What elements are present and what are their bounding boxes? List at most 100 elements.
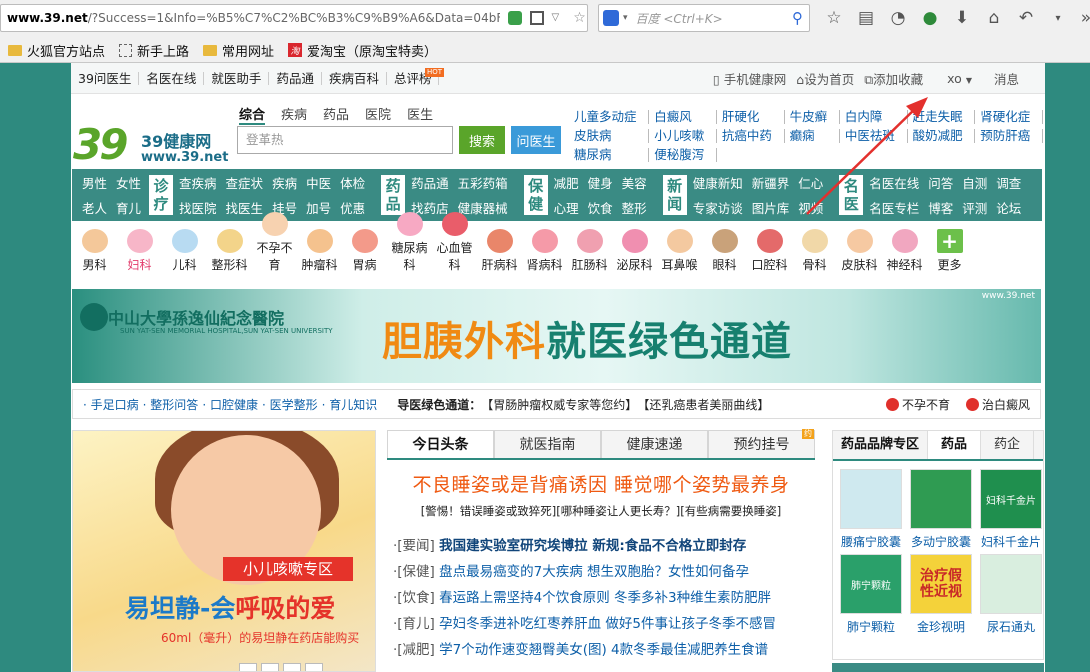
category-link[interactable]: 心理 bbox=[554, 198, 579, 217]
category-link[interactable]: 育儿 bbox=[116, 198, 141, 217]
category-link[interactable]: 疾病 bbox=[272, 173, 297, 192]
address-bar[interactable]: www.39.net /?Success=1&Info=%B5%C7%C2%BC… bbox=[0, 4, 588, 32]
department-item[interactable]: 骨科 bbox=[792, 229, 837, 273]
department-item[interactable]: 肾病科 bbox=[522, 229, 567, 273]
hot-disease-link[interactable]: 糖尿病 bbox=[569, 148, 650, 162]
user-menu[interactable]: xo ▼ bbox=[947, 71, 972, 86]
search-tab-all[interactable]: 综合 bbox=[239, 104, 266, 125]
quick-link[interactable]: · 医学整形 bbox=[262, 396, 318, 413]
category-link[interactable]: 药品通 bbox=[411, 173, 449, 192]
category-link[interactable]: 查疾病 bbox=[179, 173, 217, 192]
department-item[interactable]: 耳鼻喉 bbox=[657, 229, 702, 273]
search-tab-doctor[interactable]: 医生 bbox=[407, 104, 433, 125]
bookmark-aitaobao[interactable]: 淘爱淘宝（原淘宝特卖） bbox=[288, 41, 437, 60]
qq-consult-vitiligo[interactable]: 治白癜风 bbox=[965, 396, 1030, 413]
hot-disease-link[interactable]: 酸奶减肥 bbox=[908, 129, 976, 143]
department-item[interactable]: 糖尿病科 bbox=[387, 212, 432, 273]
category-head[interactable]: 保健 bbox=[523, 175, 548, 215]
department-item[interactable]: 儿科 bbox=[162, 229, 207, 273]
category-link[interactable]: 整形 bbox=[622, 198, 647, 217]
category-head[interactable]: 诊疗 bbox=[149, 175, 174, 215]
department-item[interactable]: 肛肠科 bbox=[567, 229, 612, 273]
hot-disease-link[interactable]: 抗癌中药 bbox=[717, 129, 785, 143]
tab-health-express[interactable]: 健康速递 bbox=[601, 430, 708, 458]
category-link[interactable]: 老人 bbox=[82, 198, 107, 217]
department-item[interactable]: 整形科 bbox=[207, 229, 252, 273]
category-link[interactable]: 优惠 bbox=[340, 198, 365, 217]
department-item[interactable]: 肿瘤科 bbox=[297, 229, 342, 273]
tab-pharma-companies[interactable]: 药企 bbox=[981, 431, 1035, 459]
tab-headlines[interactable]: 今日头条 bbox=[387, 430, 494, 458]
drug-item[interactable]: 肺宁颗粒 肺宁颗粒 bbox=[838, 554, 904, 635]
bookmark-getting-started[interactable]: 新手上路 bbox=[119, 41, 189, 60]
category-link[interactable]: 名医专栏 bbox=[869, 198, 919, 217]
category-link[interactable]: 中医 bbox=[306, 173, 331, 192]
quick-link[interactable]: · 整形问答 bbox=[143, 396, 199, 413]
category-link[interactable]: 新疆界 bbox=[752, 173, 790, 192]
category-link[interactable]: 仁心 bbox=[798, 173, 823, 192]
baidu-icon[interactable] bbox=[603, 10, 619, 26]
category-link[interactable]: 自测 bbox=[962, 173, 987, 192]
nav-ask-doctor[interactable]: 39问医生 bbox=[71, 71, 140, 85]
home-icon[interactable]: ⌂ bbox=[978, 4, 1010, 32]
nav-disease-encyclopedia[interactable]: 疾病百科 bbox=[322, 71, 387, 85]
add-favorite-link[interactable]: ⧉添加收藏 bbox=[864, 69, 923, 88]
bookmark-common-sites[interactable]: 常用网址 bbox=[203, 41, 274, 60]
more-icon[interactable]: » bbox=[1074, 4, 1090, 32]
star-page-icon[interactable]: ☆ bbox=[573, 11, 587, 25]
palette-icon[interactable]: ◔ bbox=[882, 4, 914, 32]
category-link[interactable]: 五彩药箱 bbox=[458, 173, 508, 192]
category-link[interactable]: 饮食 bbox=[588, 198, 613, 217]
site-search-input[interactable]: 登革热 bbox=[237, 126, 453, 154]
search-bar[interactable]: ▾ 百度 <Ctrl+K> ⚲ bbox=[598, 4, 810, 32]
hot-disease-link[interactable]: 中医祛斑 bbox=[840, 129, 908, 143]
green-shield-icon[interactable]: ● bbox=[914, 4, 946, 32]
category-link[interactable]: 减肥 bbox=[554, 173, 579, 192]
hot-disease-link[interactable]: 预防肝癌 bbox=[975, 129, 1043, 143]
hot-disease-link[interactable]: 赶走失眠 bbox=[908, 110, 976, 124]
category-head[interactable]: 新闻 bbox=[662, 175, 687, 215]
news-item[interactable]: ·[要闻] 我国建实验室研究埃博拉 新规:食品不合格立即封存 bbox=[387, 533, 815, 559]
quick-link[interactable]: · 手足口病 bbox=[83, 396, 139, 413]
category-link[interactable]: 美容 bbox=[622, 173, 647, 192]
mobile-site-link[interactable]: ▯ 手机健康网 bbox=[713, 69, 786, 88]
drug-item[interactable]: 治疗假性近视 金珍视明 bbox=[908, 554, 974, 635]
drug-item[interactable]: 多动宁胶囊 bbox=[908, 469, 974, 550]
magnifier-icon[interactable]: ⚲ bbox=[792, 9, 803, 27]
hot-disease-link[interactable]: 儿童多动症 bbox=[569, 110, 650, 124]
department-item[interactable]: 泌尿科 bbox=[612, 229, 657, 273]
category-head[interactable]: 药品 bbox=[381, 175, 406, 215]
ask-doctor-button[interactable]: 问医生 bbox=[511, 126, 561, 154]
nav-medical-assistant[interactable]: 就医助手 bbox=[204, 71, 270, 85]
dropdown-arrow-icon[interactable]: ▾ bbox=[623, 13, 628, 23]
green-channel-link[interactable]: 【胃肠肿瘤权威专家等您约】 bbox=[481, 396, 637, 413]
search-tab-disease[interactable]: 疾病 bbox=[281, 104, 307, 125]
promo-ad[interactable]: 小儿咳嗽专区 易坦静-会呼吸的爱 60ml（毫升）的易坦静在药店能购买 bbox=[72, 430, 376, 672]
green-channel-link[interactable]: 【还乳癌患者美丽曲线】 bbox=[637, 396, 769, 413]
carousel-dots[interactable] bbox=[239, 663, 323, 671]
drug-item[interactable]: 腰痛宁胶囊 bbox=[838, 469, 904, 550]
dropdown-arrow-icon[interactable]: ▽ bbox=[552, 11, 566, 25]
search-tab-hospital[interactable]: 医院 bbox=[365, 104, 391, 125]
tab-drugs[interactable]: 药品 bbox=[928, 431, 982, 459]
headline[interactable]: 不良睡姿或是背痛诱因 睡觉哪个姿势最养身 bbox=[387, 470, 815, 497]
quick-link[interactable]: · 口腔健康 bbox=[202, 396, 258, 413]
department-item[interactable]: 眼科 bbox=[702, 229, 747, 273]
messages-link[interactable]: 消息 bbox=[994, 69, 1019, 88]
hot-disease-link[interactable]: 皮肤病 bbox=[569, 129, 650, 143]
category-link[interactable]: 健康新知 bbox=[693, 173, 743, 192]
department-item[interactable]: + 更多 bbox=[927, 229, 972, 273]
category-link[interactable]: 女性 bbox=[116, 173, 141, 192]
qr-code-icon[interactable] bbox=[529, 11, 544, 25]
category-link[interactable]: 找医院 bbox=[179, 198, 217, 217]
category-link[interactable]: 体检 bbox=[340, 173, 365, 192]
hot-disease-link[interactable]: 白癜风 bbox=[649, 110, 717, 124]
category-link[interactable]: 名医在线 bbox=[869, 173, 919, 192]
category-link[interactable]: 加号 bbox=[306, 198, 331, 217]
search-tab-drug[interactable]: 药品 bbox=[323, 104, 349, 125]
hospital-banner[interactable]: 中山大學孫逸仙紀念醫院 SUN YAT-SEN MEMORIAL HOSPITA… bbox=[72, 289, 1041, 383]
department-item[interactable]: 男科 bbox=[72, 229, 117, 273]
reading-list-icon[interactable]: ▤ bbox=[850, 4, 882, 32]
category-link[interactable]: 图片库 bbox=[752, 198, 790, 217]
department-item[interactable]: 口腔科 bbox=[747, 229, 792, 273]
